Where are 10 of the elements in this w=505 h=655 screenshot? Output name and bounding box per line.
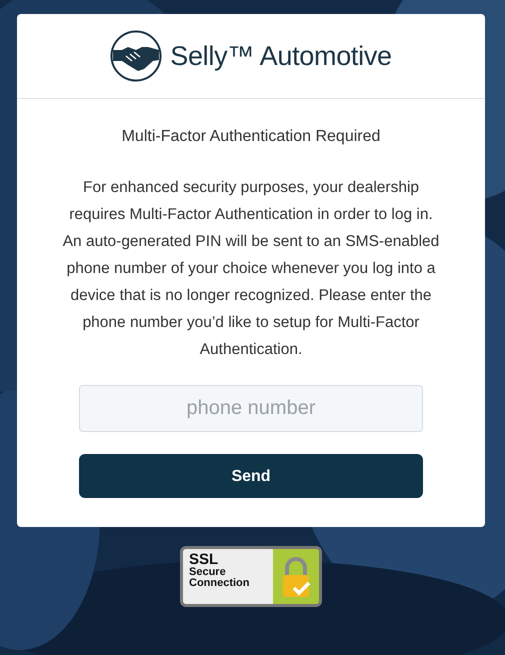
brand-name: Selly™ Automotive: [170, 40, 392, 73]
handshake-logo-icon: [110, 30, 162, 82]
badge-text: Connection: [189, 578, 250, 589]
instructions-text: For enhanced security purposes, your dealership requires Multi-Factor Authentication in order to log in. An auto-generated PIN will be sent to an SMS-enabled phone number of your choice whenever you log into a device that is no longer recognized. Please enter the phone number you’d like to setup for Multi-Factor Authentication.: [62, 178, 440, 360]
heading: Multi-Factor Authentication Required: [120, 127, 382, 147]
phone-number-field[interactable]: phone number: [79, 385, 423, 432]
send-button[interactable]: Send: [79, 454, 423, 498]
badge-text: Secure: [189, 567, 227, 578]
badge-text: SSL: [189, 552, 218, 567]
padlock-icon: [281, 556, 311, 598]
